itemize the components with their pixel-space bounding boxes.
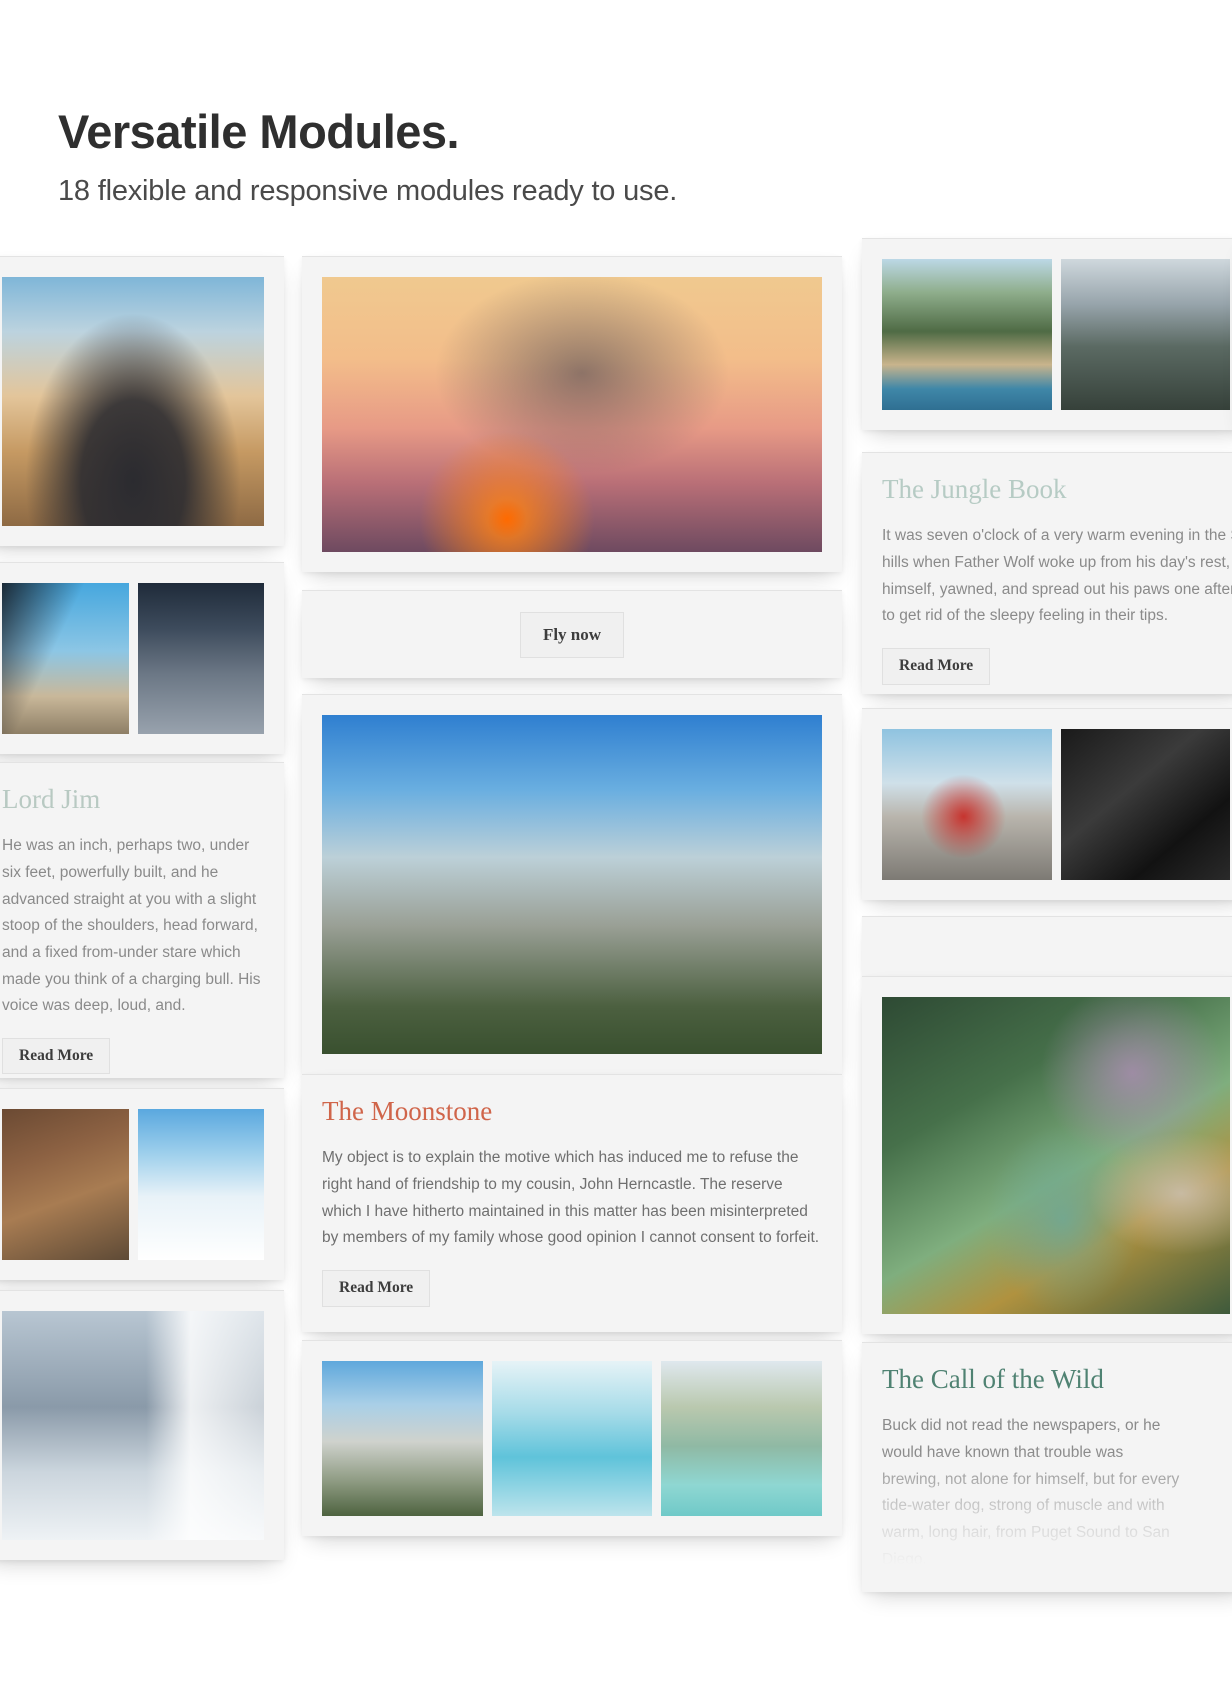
- card-padding: [862, 709, 1232, 900]
- image-thai-boat: [882, 259, 1052, 410]
- card-padding: The Moonstone My object is to explain th…: [302, 1075, 842, 1332]
- module-single-image-halfdome[interactable]: [302, 694, 842, 1074]
- read-more-button-moonstone[interactable]: Read More: [322, 1270, 431, 1307]
- card-title-moonstone: The Moonstone: [322, 1096, 493, 1126]
- image-heli-sunset: [322, 277, 822, 552]
- image-halfdome: [322, 715, 822, 1054]
- image-heli-blade: [2, 583, 129, 734]
- module-two-image-gallery-helicopter[interactable]: [862, 708, 1232, 900]
- card-padding: [302, 1341, 842, 1536]
- card-padding: [0, 257, 284, 546]
- fly-now-button[interactable]: Fly now: [519, 611, 625, 658]
- page-subtitle: 18 flexible and responsive modules ready…: [58, 175, 678, 208]
- card-body-jungle-book: It was seven o'clock of a very warm even…: [882, 527, 1232, 625]
- module-article-jungle-book[interactable]: The Jungle Book It was seven o'clock of …: [862, 452, 1232, 694]
- card-body-lord-jim: He was an inch, perhaps two, under six f…: [2, 837, 261, 1015]
- card-title-lord-jim: Lord Jim: [2, 784, 101, 814]
- image-red-heli: [882, 729, 1052, 880]
- image-desert-road: [2, 1109, 129, 1260]
- module-hero-image-sunset[interactable]: [302, 256, 842, 572]
- card-padding: [0, 1291, 284, 1560]
- module-single-image-cockpit[interactable]: [0, 256, 284, 546]
- image-dolomites: [322, 1361, 483, 1516]
- module-spacer[interactable]: [862, 916, 1232, 978]
- page-header: Versatile Modules. 18 flexible and respo…: [58, 104, 958, 210]
- card-padding: [0, 1089, 284, 1280]
- card-padding: [302, 695, 842, 1074]
- card-title-jungle-book: The Jungle Book: [882, 474, 1067, 504]
- image-cockpit-bw: [1060, 729, 1230, 880]
- card-padding: [0, 563, 284, 754]
- cta-center-wrap: Fly now: [302, 591, 842, 678]
- image-succulents: [882, 997, 1230, 1314]
- module-single-image-succulents[interactable]: [862, 976, 1232, 1334]
- image-city-aerial: [137, 583, 264, 734]
- module-two-image-gallery[interactable]: [0, 562, 284, 754]
- image-snow-pass: [137, 1109, 264, 1260]
- module-single-image-window[interactable]: [0, 1290, 284, 1560]
- module-article-moonstone[interactable]: The Moonstone My object is to explain th…: [302, 1074, 842, 1332]
- card-padding: Lord Jim He was an inch, perhaps two, un…: [0, 763, 284, 1078]
- image-cliff-person: [1060, 259, 1230, 410]
- module-cta-fly-now[interactable]: Fly now: [302, 590, 842, 678]
- card-padding: [862, 239, 1232, 430]
- module-two-image-gallery-travel[interactable]: [862, 238, 1232, 430]
- image-heli-cockpit-city: [2, 277, 264, 526]
- page-root: Versatile Modules. 18 flexible and respo…: [0, 0, 1232, 1708]
- module-three-image-gallery[interactable]: [302, 1340, 842, 1536]
- card-body-moonstone: My object is to explain the motive which…: [322, 1149, 820, 1247]
- image-window-mountain: [2, 1311, 264, 1540]
- module-article-lord-jim[interactable]: Lord Jim He was an inch, perhaps two, un…: [0, 762, 284, 1078]
- image-lagoon: [661, 1361, 823, 1516]
- card-padding: [862, 977, 1232, 1334]
- read-more-button-lord-jim[interactable]: Read More: [2, 1037, 111, 1075]
- read-more-button-jungle-book[interactable]: Read More: [882, 648, 991, 685]
- page-title: Versatile Modules.: [58, 105, 460, 158]
- card-padding: [302, 257, 842, 572]
- image-glacier: [491, 1361, 653, 1516]
- card-padding: The Jungle Book It was seven o'clock of …: [862, 453, 1232, 694]
- module-two-image-gallery-landscape[interactable]: [0, 1088, 284, 1280]
- module-right-edge-strip: [1120, 1342, 1232, 1592]
